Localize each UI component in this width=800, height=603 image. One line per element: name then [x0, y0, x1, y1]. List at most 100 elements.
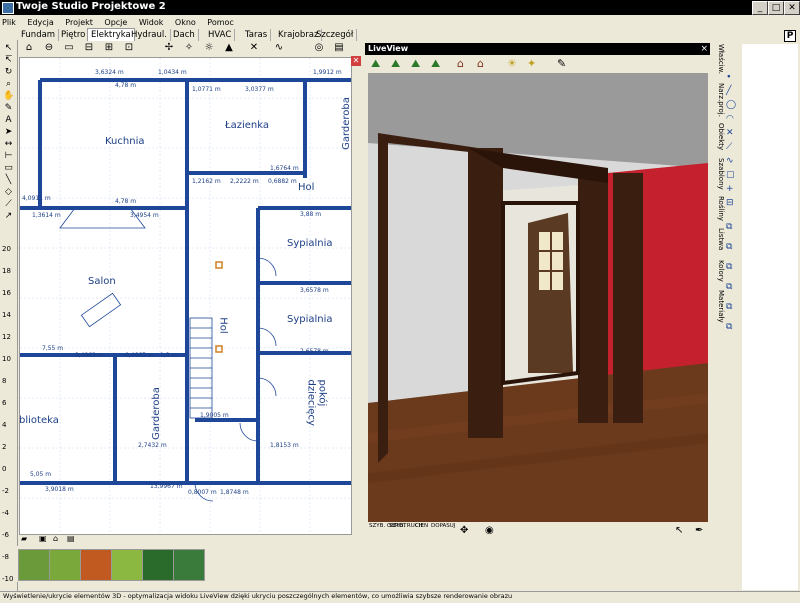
- liveview-3d-render[interactable]: [368, 73, 708, 522]
- node-tool-icon[interactable]: ∙: [726, 72, 732, 82]
- pan-hand-icon[interactable]: ✋: [3, 91, 14, 101]
- switch-pos-icon[interactable]: ⊞: [100, 41, 118, 55]
- house-edit-icon[interactable]: ⌂: [477, 57, 484, 70]
- eyedropper-icon[interactable]: ✒: [695, 525, 703, 536]
- switch-icon[interactable]: ▭: [60, 41, 78, 55]
- array-tool-icon[interactable]: ⧉: [726, 322, 732, 332]
- plant-thumb[interactable]: [173, 549, 205, 581]
- wire-icon[interactable]: ∿: [270, 41, 288, 55]
- polyline-tool-icon[interactable]: ⟋: [726, 142, 732, 152]
- distribute-tool-icon[interactable]: ⧉: [726, 302, 732, 312]
- room-label: Garderoba: [150, 387, 162, 440]
- rect-tool-icon[interactable]: ▢: [726, 170, 735, 180]
- tab-hydraul[interactable]: Hydraul.: [128, 29, 171, 41]
- layer-icon[interactable]: ▰: [21, 534, 27, 543]
- plant-thumb[interactable]: [142, 549, 174, 581]
- circle-tool-icon[interactable]: ◯: [726, 100, 736, 110]
- plan-close-icon[interactable]: ✕: [351, 56, 361, 66]
- tab-design-tools[interactable]: Narz.proj.: [713, 83, 725, 117]
- lock-icon[interactable]: ▣: [39, 534, 47, 543]
- select-arrow-icon[interactable]: ↖: [675, 525, 683, 536]
- dimension-label: 3,6324 m: [95, 69, 124, 76]
- tab-dach[interactable]: Dach: [170, 29, 199, 41]
- tab-fundam[interactable]: Fundam: [18, 29, 60, 41]
- ruler-label: -10: [2, 575, 14, 583]
- plan-vertical-scrollbar[interactable]: [351, 66, 362, 532]
- liveview-titlebar: LiveView ×: [365, 43, 710, 55]
- wire-cross-icon[interactable]: ✕: [245, 41, 263, 55]
- tab-properties[interactable]: Właściw.: [713, 44, 725, 74]
- eye-icon[interactable]: ◉: [485, 525, 494, 536]
- house-icon[interactable]: ⌂: [457, 57, 464, 70]
- bezier-tool-icon[interactable]: ∿: [726, 156, 734, 166]
- plant-thumb[interactable]: [49, 549, 81, 581]
- outlet-pos-icon[interactable]: ⊟: [80, 41, 98, 55]
- tab-taras[interactable]: Taras: [242, 29, 272, 41]
- tab-pietro[interactable]: Piętro: [58, 29, 90, 41]
- line-tool-icon[interactable]: ╱: [726, 86, 731, 96]
- measure-icon[interactable]: ⊢: [3, 151, 14, 161]
- tab-materials[interactable]: Materiały: [713, 290, 725, 323]
- zoom-icon[interactable]: ⌕: [3, 79, 14, 89]
- plus-tool-icon[interactable]: +: [726, 184, 734, 194]
- home-icon[interactable]: ⌂: [53, 534, 58, 543]
- ceiling-light-icon[interactable]: ✧: [180, 41, 198, 55]
- arc-tool-icon[interactable]: ◠: [726, 114, 734, 124]
- plant-thumb[interactable]: [80, 549, 112, 581]
- snap-icon[interactable]: ⟋: [3, 199, 14, 209]
- select-arrow-icon[interactable]: ↖: [3, 43, 14, 53]
- landscape-icon[interactable]: ⛰: [411, 57, 420, 71]
- plants-icon[interactable]: ⛰: [431, 57, 440, 71]
- outlet-icon[interactable]: ⌂: [20, 41, 38, 55]
- wall-icon[interactable]: ▭: [3, 163, 14, 173]
- tab-plants[interactable]: Rośliny: [713, 196, 725, 221]
- plan-horizontal-scrollbar[interactable]: ▰ ▣ ⌂ ▤: [19, 534, 350, 545]
- tab-objects[interactable]: Obiekty: [713, 123, 725, 150]
- sun-icon[interactable]: ☀: [507, 57, 517, 70]
- align-tool-icon[interactable]: ⊟: [726, 198, 734, 208]
- color-icon[interactable]: ▤: [67, 534, 75, 543]
- dimension-label: 4,78 m: [115, 82, 137, 89]
- pencil-icon[interactable]: ✎: [557, 57, 566, 70]
- tab-moulding[interactable]: Listwa: [713, 228, 725, 250]
- pencil-icon[interactable]: ✎: [3, 103, 14, 113]
- move-arrows-icon[interactable]: ✥: [460, 525, 468, 536]
- minimize-button[interactable]: _: [752, 1, 768, 15]
- fan-icon[interactable]: ✢: [160, 41, 178, 55]
- light-bulb-icon[interactable]: ☼: [200, 41, 218, 55]
- line-icon[interactable]: ╲: [3, 175, 14, 185]
- close-button[interactable]: ✕: [784, 1, 800, 15]
- lamp-icon[interactable]: ✦: [527, 57, 536, 70]
- terrain-edit-icon[interactable]: ⛰: [391, 57, 400, 71]
- liveview-bottom-bar: SZYB. OBROT SZYB. RUCH CIEN DOPASUJ ✥ ◉ …: [365, 522, 710, 544]
- dimension-icon[interactable]: ↔: [3, 139, 14, 149]
- cross-tool-icon[interactable]: ✕: [726, 128, 734, 138]
- tab-colors[interactable]: Kolory: [713, 260, 725, 282]
- group-tool-icon[interactable]: ⧉: [726, 262, 732, 272]
- pointer-icon[interactable]: ➤: [3, 127, 14, 137]
- rotate-icon[interactable]: ↻: [3, 67, 14, 77]
- panel-icon[interactable]: ▤: [330, 41, 348, 55]
- select-group-icon[interactable]: ↸: [3, 55, 14, 65]
- smoke-detector-icon[interactable]: ◎: [310, 41, 328, 55]
- mirror-tool-icon[interactable]: ⧉: [726, 242, 732, 252]
- text-icon[interactable]: A: [3, 115, 14, 125]
- outlet-double-icon[interactable]: ⊖: [40, 41, 58, 55]
- eraser-icon[interactable]: ◇: [3, 187, 14, 197]
- floor-plan-canvas[interactable]: Kuchnia Łazienka Garderoba Hol Sypialnia…: [19, 57, 352, 535]
- info-icon[interactable]: P: [784, 30, 796, 42]
- terrain-icon[interactable]: ⛰: [371, 57, 380, 71]
- tab-szczegol[interactable]: Szczegół: [313, 29, 358, 41]
- tab-templates[interactable]: Szablony: [713, 158, 725, 190]
- plant-thumb[interactable]: [18, 549, 50, 581]
- outlet-ground-icon[interactable]: ⊡: [120, 41, 138, 55]
- maximize-button[interactable]: □: [768, 1, 784, 15]
- tab-hvac[interactable]: HVAC: [205, 29, 236, 41]
- curve-icon[interactable]: ↗: [3, 211, 14, 221]
- dimension-label: 3,88 m: [300, 211, 322, 218]
- ungroup-tool-icon[interactable]: ⧉: [726, 282, 732, 292]
- plant-thumb[interactable]: [111, 549, 143, 581]
- copy-tool-icon[interactable]: ⧉: [726, 222, 732, 232]
- wall-lamp-icon[interactable]: ▲: [220, 41, 238, 55]
- liveview-close-button[interactable]: ×: [700, 43, 708, 55]
